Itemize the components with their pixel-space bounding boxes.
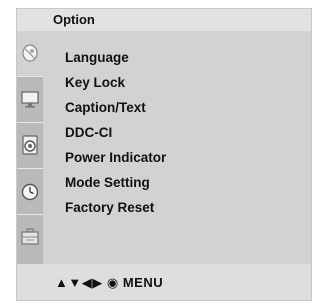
- satellite-dish-icon: [22, 44, 38, 62]
- menu-title: Option: [53, 12, 95, 27]
- menu-item-language[interactable]: Language: [65, 45, 166, 70]
- option-menu-panel: Option Language Key Lock Caption/Text DD…: [16, 8, 312, 301]
- menu-item-mode-setting[interactable]: Mode Setting: [65, 170, 166, 195]
- arrow-keys-icon: ▲▼◀▶: [55, 275, 103, 290]
- sidebar-item-setup[interactable]: [17, 215, 43, 264]
- menu-item-key-lock[interactable]: Key Lock: [65, 70, 166, 95]
- category-sidebar: [17, 31, 43, 264]
- speaker-icon: [22, 135, 38, 155]
- sidebar-item-audio[interactable]: [17, 123, 43, 169]
- navigation-hint-bar: ▲▼◀▶ ◉ MENU: [17, 264, 311, 300]
- osd-screen: Option Language Key Lock Caption/Text DD…: [0, 0, 326, 305]
- monitor-icon: [21, 91, 39, 108]
- title-bar: Option: [17, 9, 311, 31]
- menu-item-caption-text[interactable]: Caption/Text: [65, 95, 166, 120]
- navigation-hint: ▲▼◀▶ ◉ MENU: [55, 275, 163, 291]
- clock-icon: [21, 183, 39, 201]
- toolbox-icon: [21, 228, 39, 245]
- sidebar-item-time[interactable]: [17, 169, 43, 215]
- menu-item-power-indicator[interactable]: Power Indicator: [65, 145, 166, 170]
- option-menu-list: Language Key Lock Caption/Text DDC-CI Po…: [65, 45, 166, 220]
- sidebar-item-picture[interactable]: [17, 77, 43, 123]
- menu-hint-label: MENU: [122, 275, 164, 290]
- menu-item-ddc-ci[interactable]: DDC-CI: [65, 120, 166, 145]
- menu-item-factory-reset[interactable]: Factory Reset: [65, 195, 166, 220]
- sidebar-item-option[interactable]: [17, 31, 43, 77]
- menu-button-icon: ◉: [106, 275, 119, 290]
